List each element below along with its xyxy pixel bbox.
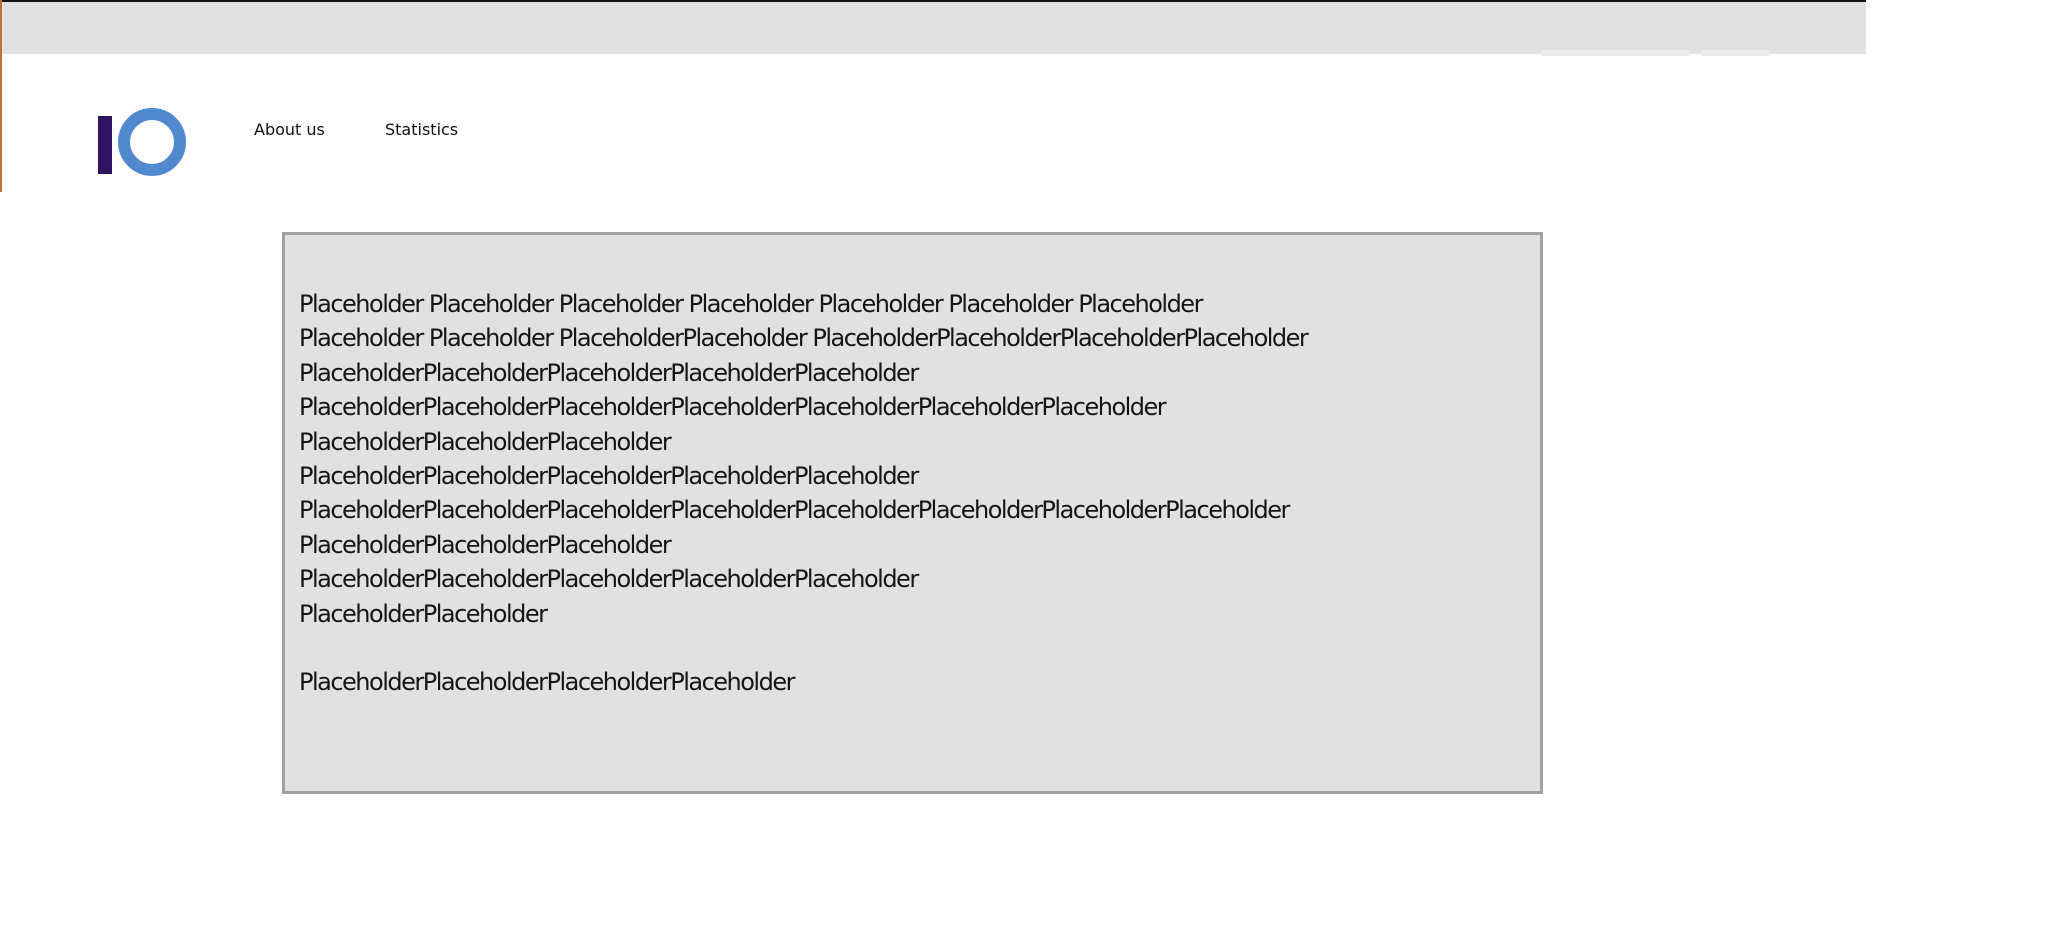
content-text: Placeholder Placeholder Placeholder Plac… [299,287,1525,700]
logo-letter-i [98,116,112,174]
content-line: PlaceholderPlaceholderPlaceholder [299,427,672,456]
content-line: PlaceholderPlaceholderPlaceholderPlaceho… [299,461,919,490]
site-logo[interactable] [98,106,188,176]
content-line: PlaceholderPlaceholderPlaceholder [299,530,672,559]
content-line: Placeholder Placeholder Placeholder Plac… [299,290,1203,318]
content-line: PlaceholderPlaceholderPlaceholderPlaceho… [299,668,795,697]
content-blank-line [299,631,1525,665]
top-bar [0,0,1866,56]
content-line: Placeholder Placeholder PlaceholderPlace… [299,324,1309,353]
nav-link-statistics[interactable]: Statistics [385,120,458,139]
content-line: PlaceholderPlaceholderPlaceholderPlaceho… [299,565,919,594]
nav-link-about-us[interactable]: About us [254,120,325,139]
left-accent-line [0,0,2,192]
top-bar-ghost-item [1700,50,1770,56]
top-bar-ghost-item [1540,50,1690,56]
logo-letter-o [118,108,186,176]
content-line: PlaceholderPlaceholderPlaceholderPlaceho… [299,496,1290,525]
content-panel: Placeholder Placeholder Placeholder Plac… [282,232,1543,794]
content-line: PlaceholderPlaceholderPlaceholderPlaceho… [299,358,919,387]
content-line: PlaceholderPlaceholder [299,599,548,628]
content-line: PlaceholderPlaceholderPlaceholderPlaceho… [299,393,1167,422]
